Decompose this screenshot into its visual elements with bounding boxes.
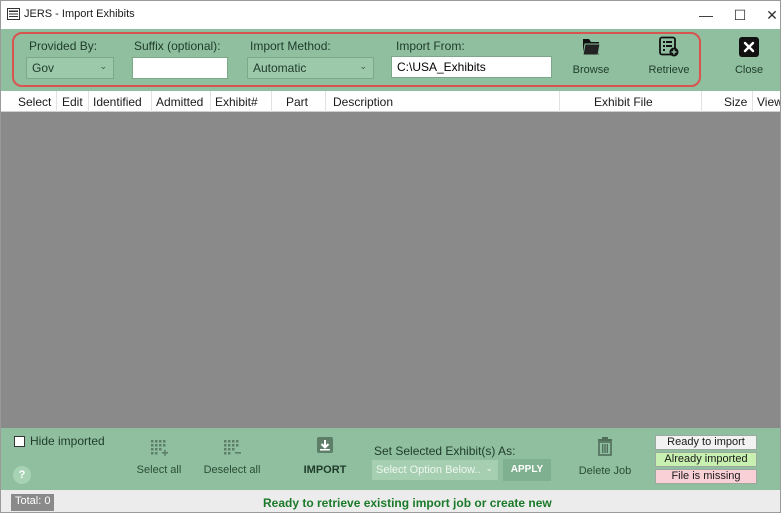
retrieve-label: Retrieve [648, 64, 690, 76]
folder-icon [582, 39, 601, 56]
delete-job-label: Delete Job [578, 465, 632, 477]
deselect-all-label: Deselect all [203, 464, 261, 476]
column-description[interactable]: Description [333, 95, 393, 109]
app-icon [7, 8, 20, 20]
close-icon [739, 37, 759, 57]
chevron-down-icon: ⌄ [485, 463, 493, 473]
import-icon [317, 437, 333, 453]
retrieve-list-icon [659, 36, 679, 57]
import-exhibits-window: JERS - Import Exhibits — ☐ ✕ Provided By… [0, 0, 781, 513]
close-window-button[interactable]: ✕ [750, 1, 780, 29]
column-identified[interactable]: Identified [93, 95, 142, 109]
status-bar: Total: 0 Ready to retrieve existing impo… [1, 490, 780, 512]
import-label: IMPORT [303, 464, 347, 476]
column-admitted[interactable]: Admitted [156, 95, 203, 109]
column-divider [271, 91, 272, 112]
legend-already-imported: Already imported [655, 452, 757, 467]
import-method-value: Automatic [253, 61, 307, 75]
column-part[interactable]: Part [286, 95, 308, 109]
provided-by-label: Provided By: [29, 39, 98, 53]
status-message: Ready to retrieve existing import job or… [263, 496, 552, 510]
deselect-all-icon [224, 440, 241, 455]
column-edit[interactable]: Edit [62, 95, 83, 109]
title-bar: JERS - Import Exhibits — ☐ ✕ [1, 1, 780, 29]
column-divider [56, 91, 57, 112]
close-button[interactable]: Close [721, 36, 777, 76]
provided-by-value: Gov [32, 61, 55, 75]
import-from-input[interactable]: C:\USA_Exhibits [391, 56, 552, 78]
exhibit-table-body[interactable] [1, 112, 780, 428]
hide-imported-checkbox[interactable] [14, 436, 25, 447]
window-title: JERS - Import Exhibits [24, 8, 135, 20]
hide-imported-label[interactable]: Hide imported [30, 434, 105, 448]
bottom-action-panel: Hide imported ? Select all Deselect all … [1, 428, 780, 490]
chevron-down-icon: ⌄ [359, 61, 367, 71]
suffix-input[interactable] [132, 57, 228, 79]
help-button[interactable]: ? [13, 466, 31, 484]
column-size[interactable]: Size [724, 95, 747, 109]
import-method-label: Import Method: [250, 39, 331, 53]
column-divider [210, 91, 211, 112]
column-exhibit-file[interactable]: Exhibit File [594, 95, 653, 109]
status-option-select[interactable]: Select Option Below.. ⌄ [371, 459, 499, 481]
select-all-button[interactable]: Select all [135, 438, 183, 476]
import-button[interactable]: IMPORT [299, 435, 351, 476]
column-divider [752, 91, 753, 112]
set-selected-label: Set Selected Exhibit(s) As: [374, 444, 516, 458]
close-label: Close [734, 64, 764, 76]
exhibit-table-header: Select Edit Identified Admitted Exhibit#… [1, 91, 780, 112]
select-all-icon [151, 440, 168, 456]
legend-file-missing: File is missing [655, 469, 757, 484]
column-divider [559, 91, 560, 112]
provided-by-select[interactable]: Gov ⌄ [26, 57, 114, 79]
delete-job-button[interactable]: Delete Job [577, 436, 633, 477]
apply-button[interactable]: APPLY [503, 459, 551, 481]
deselect-all-button[interactable]: Deselect all [203, 438, 261, 476]
suffix-label: Suffix (optional): [134, 39, 221, 53]
retrieve-button[interactable]: Retrieve [641, 36, 697, 76]
column-divider [701, 91, 702, 112]
column-view[interactable]: View [757, 95, 780, 109]
browse-button[interactable]: Browse [563, 36, 619, 76]
column-divider [325, 91, 326, 112]
status-option-placeholder: Select Option Below.. [376, 464, 481, 476]
chevron-down-icon: ⌄ [99, 61, 107, 71]
import-method-select[interactable]: Automatic ⌄ [247, 57, 374, 79]
column-exhibit-number[interactable]: Exhibit# [215, 95, 258, 109]
column-select[interactable]: Select [18, 95, 51, 109]
column-divider [88, 91, 89, 112]
select-all-label: Select all [136, 464, 182, 476]
column-divider [151, 91, 152, 112]
import-from-label: Import From: [396, 39, 465, 53]
total-count: Total: 0 [11, 494, 55, 511]
import-toolbar: Provided By: Gov ⌄ Suffix (optional): Im… [1, 29, 780, 91]
legend-ready-to-import: Ready to import [655, 435, 757, 450]
trash-icon [598, 437, 612, 456]
browse-label: Browse [572, 64, 610, 76]
